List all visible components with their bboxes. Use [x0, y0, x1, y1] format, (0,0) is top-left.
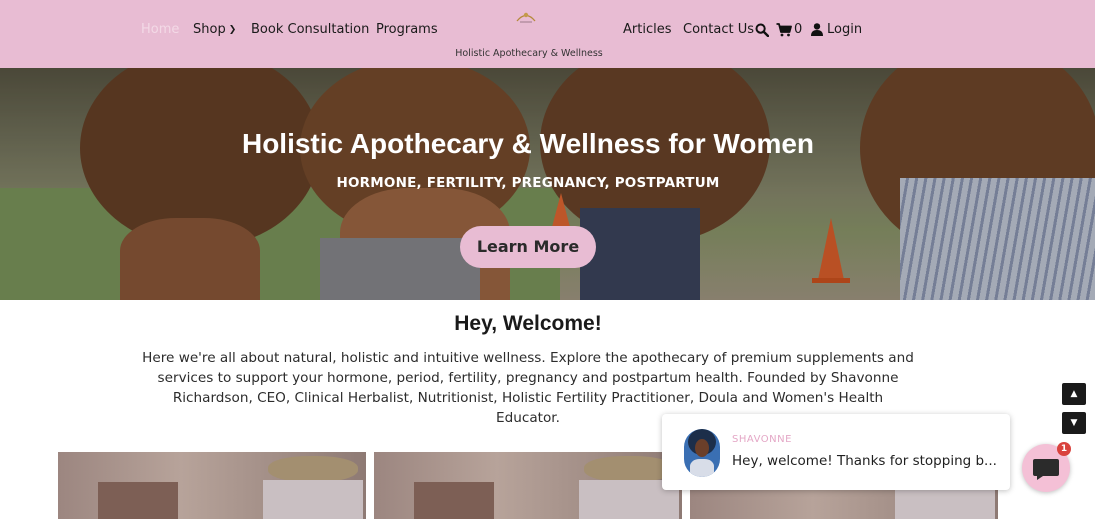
- welcome-heading: Hey, Welcome!: [454, 312, 602, 335]
- chat-unread-badge: 1: [1057, 442, 1071, 456]
- nav-shop-label: Shop: [193, 22, 226, 37]
- product-tile[interactable]: [58, 452, 366, 519]
- hero-title: Holistic Apothecary & Wellness for Women: [241, 128, 815, 159]
- hero-subtitle: HORMONE, FERTILITY, PREGNANCY, POSTPARTU…: [336, 175, 720, 191]
- nav-shop-link[interactable]: Shop ❯: [193, 22, 236, 37]
- user-icon[interactable]: [811, 23, 823, 36]
- brand-name[interactable]: Holistic Apothecary & Wellness: [440, 48, 618, 59]
- scroll-up-button[interactable]: ▲: [1062, 383, 1086, 405]
- scroll-down-button[interactable]: ▼: [1062, 412, 1086, 434]
- learn-more-button[interactable]: Learn More: [460, 226, 596, 268]
- chat-sender-name: SHAVONNE: [732, 434, 792, 445]
- cart-count[interactable]: 0: [794, 22, 802, 37]
- nav-contact-link[interactable]: Contact Us: [683, 22, 754, 37]
- nav-programs-link[interactable]: Programs: [376, 22, 438, 37]
- cart-icon[interactable]: [776, 23, 792, 37]
- chat-message-preview: Hey, welcome! Thanks for stopping b...: [732, 453, 997, 469]
- product-tile-image: [58, 452, 366, 519]
- arrow-up-icon: ▲: [1070, 389, 1078, 399]
- top-nav-bar: Home Shop ❯ Book Consultation Programs Ho…: [0, 0, 1095, 68]
- avatar: [684, 429, 720, 477]
- brand-logo-icon[interactable]: [514, 9, 538, 25]
- chat-preview-card[interactable]: SHAVONNE Hey, welcome! Thanks for stoppi…: [662, 414, 1010, 490]
- product-tile[interactable]: [374, 452, 682, 519]
- nav-articles-link[interactable]: Articles: [623, 22, 671, 37]
- login-link[interactable]: Login: [827, 22, 862, 37]
- arrow-down-icon: ▼: [1070, 418, 1078, 428]
- nav-book-consultation-link[interactable]: Book Consultation: [251, 22, 369, 37]
- chevron-down-icon: ❯: [228, 25, 237, 35]
- nav-home-link[interactable]: Home: [141, 22, 179, 37]
- product-tile-image: [374, 452, 682, 519]
- search-icon[interactable]: [755, 23, 769, 37]
- hero-banner: Holistic Apothecary & Wellness for Women…: [0, 68, 1095, 300]
